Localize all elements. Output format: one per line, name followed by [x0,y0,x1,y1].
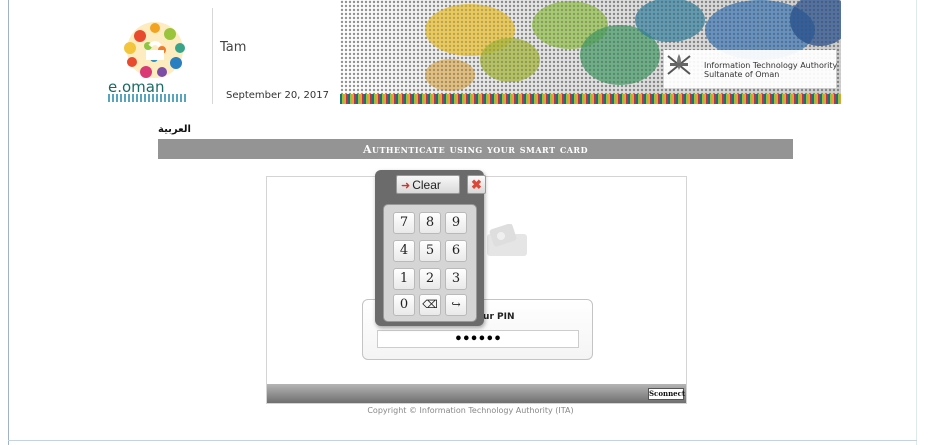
panel-footer: Sconnect [267,384,686,403]
header-divider [212,8,213,104]
key-0[interactable]: 0 [393,294,415,316]
window-border-right [916,0,917,445]
header-date: September 20, 2017 [226,90,329,101]
close-keypad-button[interactable]: ✖ [467,175,486,194]
key-9[interactable]: 9 [445,212,467,234]
arabic-language-link[interactable]: العربية [158,124,191,135]
connect-button[interactable]: Sconnect [648,388,685,400]
title-bar: Authenticate using your smart card [158,139,793,159]
ita-name: Information Technology Authority [704,61,838,70]
red-x-icon: ✖ [471,177,482,192]
page-title: Authenticate using your smart card [362,143,589,156]
ita-logo-box: Information Technology Authority Sultana… [664,50,838,88]
key-2[interactable]: 2 [419,268,441,290]
banner-color-stripe [340,94,841,104]
oman-emblem-icon [667,54,691,75]
keypad-toolbar: ➜ Clear [396,175,460,194]
window-border-bottom [8,440,917,441]
logo-dot-strip [108,94,188,102]
window-border-left [8,0,9,445]
header-banner: Information Technology Authority Sultana… [340,0,841,104]
user-name: Tam [220,40,247,55]
key-3[interactable]: 3 [445,268,467,290]
virtual-keypad: ➜ Clear ✖ 7 8 9 4 5 6 1 2 3 0 ⌫ ↪ [375,170,486,326]
pin-input[interactable] [377,330,579,348]
copyright-text: Copyright © Information Technology Autho… [367,406,574,415]
smart-card-icon [487,224,527,256]
clear-button[interactable]: ➜ Clear [396,175,460,194]
ita-country: Sultanate of Oman [704,70,780,79]
clear-label: Clear [412,177,441,192]
key-7[interactable]: 7 [393,212,415,234]
key-8[interactable]: 8 [419,212,441,234]
enter-icon[interactable]: ↪ [445,294,467,316]
key-1[interactable]: 1 [393,268,415,290]
header: e.oman Tam September 20, 2017 Informatio… [96,0,841,104]
keypad-grid: 7 8 9 4 5 6 1 2 3 0 ⌫ ↪ [383,204,477,322]
key-4[interactable]: 4 [393,240,415,262]
key-6[interactable]: 6 [445,240,467,262]
key-5[interactable]: 5 [419,240,441,262]
backspace-icon[interactable]: ⌫ [419,294,441,316]
red-arrow-icon: ➜ [401,179,411,192]
